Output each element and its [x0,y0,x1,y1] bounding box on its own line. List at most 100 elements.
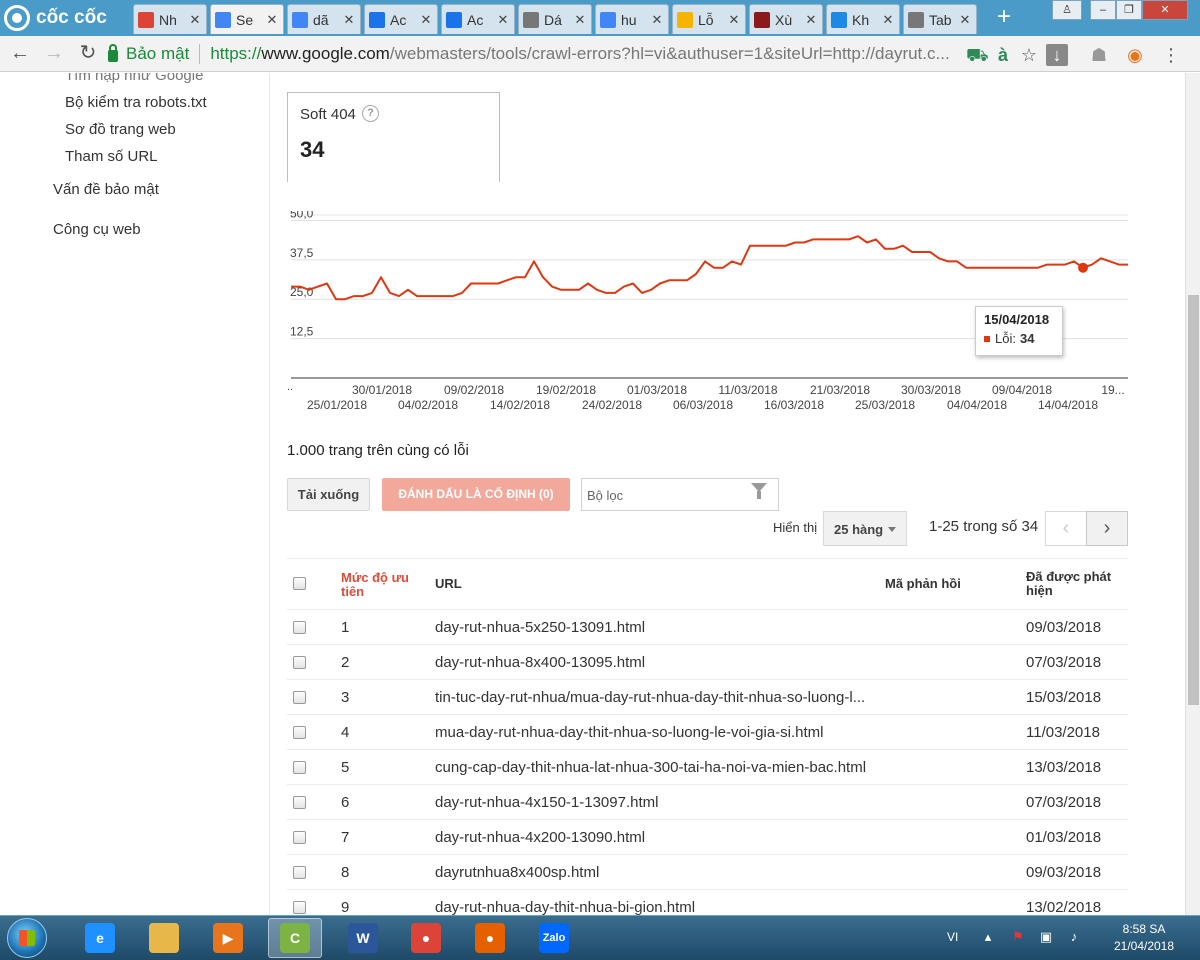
maximize-icon[interactable]: ❐ [1116,0,1142,20]
filter-input[interactable]: Bộ lọc [581,478,779,511]
browser-brand[interactable]: cốc cốc [4,4,107,32]
taskbar-app[interactable]: C [268,918,322,958]
sidebar-section-security-issues[interactable]: Vấn đề bảo mật [53,181,159,198]
browser-tab[interactable]: Ac ✕ [441,4,515,34]
help-icon[interactable]: ? [362,105,379,122]
table-row[interactable]: 3 tin-tuc-day-rut-nhua/mua-day-rut-nhua-d… [287,680,1128,715]
bookmark-star-icon[interactable]: ☆ [1018,44,1040,66]
rows-per-page-select[interactable]: 25 hàng [823,511,907,546]
profile-icon[interactable]: ♙ [1052,0,1082,20]
download-icon[interactable]: ↓ [1046,44,1068,66]
taskbar-app[interactable]: ● [463,918,517,958]
tray-expand-icon[interactable]: ▴ [980,929,996,945]
browser-tab[interactable]: Xù ✕ [749,4,823,34]
start-button[interactable] [7,918,47,958]
tab-close-icon[interactable]: ✕ [342,12,356,28]
new-tab-button[interactable]: + [990,4,1018,32]
row-checkbox[interactable] [293,621,306,634]
download-button[interactable]: Tải xuống [287,478,370,511]
taskbar-app[interactable]: ● [399,918,453,958]
header-url[interactable]: URL [435,577,462,591]
browser-tab[interactable]: Nh ✕ [133,4,207,34]
forward-icon[interactable]: → [42,42,66,66]
network-icon[interactable]: ▣ [1038,929,1054,945]
row-checkbox[interactable] [293,796,306,809]
language-indicator[interactable]: VI [947,930,958,944]
taskbar-app[interactable]: Zalo [527,918,581,958]
typing-icon[interactable]: à [992,44,1014,66]
browser-tab[interactable]: Tab ✕ [903,4,977,34]
tab-close-icon[interactable]: ✕ [958,12,972,28]
reload-icon[interactable]: ↻ [76,42,100,66]
mark-as-fixed-button[interactable]: ĐÁNH DẤU LÀ CỐ ĐỊNH (0) [382,478,570,511]
taskbar-app[interactable]: e [73,918,127,958]
row-url[interactable]: day-rut-nhua-4x200-13090.html [435,829,875,846]
row-url[interactable]: tin-tuc-day-rut-nhua/mua-day-rut-nhua-da… [435,689,875,706]
tab-close-icon[interactable]: ✕ [881,12,895,28]
sidebar-item-sitemaps[interactable]: Sơ đồ trang web [65,121,176,138]
address-bar[interactable]: Bảo mật https://www.google.com/webmaster… [108,40,1068,68]
tab-close-icon[interactable]: ✕ [419,12,433,28]
browser-tab[interactable]: Kh ✕ [826,4,900,34]
header-response-code[interactable]: Mã phản hồi [885,577,961,591]
row-checkbox[interactable] [293,761,306,774]
sidebar-item-robots-tester[interactable]: Bộ kiểm tra robots.txt [65,94,207,111]
row-checkbox[interactable] [293,866,306,879]
prev-page-button[interactable]: ‹ [1045,511,1087,546]
header-detected[interactable]: Đã được phát hiện [1026,570,1126,598]
extension-icon[interactable]: ☗ [1088,44,1110,66]
tab-close-icon[interactable]: ✕ [265,12,279,28]
table-row[interactable]: 6 day-rut-nhua-4x150-1-13097.html 07/03/20… [287,785,1128,820]
row-url[interactable]: cung-cap-day-thit-nhua-lat-nhua-300-tai-… [435,759,875,776]
row-url[interactable]: day-rut-nhua-day-thit-nhua-bi-gion.html [435,899,875,915]
sidebar-item-fetch-as-google[interactable]: Tìm nạp như Google [65,73,203,84]
row-url[interactable]: day-rut-nhua-8x400-13095.html [435,654,875,671]
sidebar-section-web-tools[interactable]: Công cụ web [53,221,141,238]
browser-tab[interactable]: hu ✕ [595,4,669,34]
table-row[interactable]: 4 mua-day-rut-nhua-day-thit-nhua-so-luong… [287,715,1128,750]
taskbar-app[interactable]: W [336,918,390,958]
row-checkbox[interactable] [293,726,306,739]
action-center-icon[interactable]: ⚑ [1010,929,1026,945]
sidebar-item-url-parameters[interactable]: Tham số URL [65,148,158,165]
browser-tab[interactable]: dã ✕ [287,4,361,34]
menu-icon[interactable]: ⋮ [1160,44,1182,66]
row-url[interactable]: dayrutnhua8x400sp.html [435,864,875,881]
browser-tab[interactable]: Dá ✕ [518,4,592,34]
tab-close-icon[interactable]: ✕ [804,12,818,28]
table-row[interactable]: 7 day-rut-nhua-4x200-13090.html 01/03/2018 [287,820,1128,855]
close-window-icon[interactable]: ✕ [1142,0,1188,20]
browser-tab[interactable]: Ac ✕ [364,4,438,34]
tab-close-icon[interactable]: ✕ [188,12,202,28]
coccoc-extension-icon[interactable]: ◉ [1124,44,1146,66]
browser-tab[interactable]: Se ✕ [210,4,284,34]
filter-icon[interactable] [751,483,767,499]
browser-tab[interactable]: Lỗ ✕ [672,4,746,34]
cart-icon[interactable]: ⛟ [966,44,989,66]
row-checkbox[interactable] [293,691,306,704]
table-row[interactable]: 8 dayrutnhua8x400sp.html 09/03/2018 [287,855,1128,890]
tab-close-icon[interactable]: ✕ [573,12,587,28]
row-url[interactable]: day-rut-nhua-5x250-13091.html [435,619,875,636]
row-checkbox[interactable] [293,901,306,914]
select-all-checkbox[interactable] [293,577,306,590]
back-icon[interactable]: ← [8,42,32,66]
tab-close-icon[interactable]: ✕ [727,12,741,28]
row-checkbox[interactable] [293,656,306,669]
row-checkbox[interactable] [293,831,306,844]
row-url[interactable]: mua-day-rut-nhua-day-thit-nhua-so-luong-… [435,724,875,741]
scrollbar-thumb[interactable] [1188,295,1199,705]
table-row[interactable]: 5 cung-cap-day-thit-nhua-lat-nhua-300-tai… [287,750,1128,785]
clock[interactable]: 8:58 SA 21/04/2018 [1096,921,1192,955]
taskbar-app[interactable]: ▶ [201,918,255,958]
table-row[interactable]: 9 day-rut-nhua-day-thit-nhua-bi-gion.html… [287,890,1128,915]
page-scrollbar[interactable] [1185,73,1200,915]
next-page-button[interactable]: › [1086,511,1128,546]
header-priority[interactable]: Mức độ ưu tiên [341,571,421,599]
table-row[interactable]: 1 day-rut-nhua-5x250-13091.html 09/03/2018 [287,610,1128,645]
minimize-icon[interactable]: – [1090,0,1116,20]
soft-404-card[interactable]: Soft 404 ? 34 [287,92,500,182]
taskbar-app[interactable] [137,918,191,958]
table-row[interactable]: 2 day-rut-nhua-8x400-13095.html 07/03/2018 [287,645,1128,680]
tab-close-icon[interactable]: ✕ [496,12,510,28]
